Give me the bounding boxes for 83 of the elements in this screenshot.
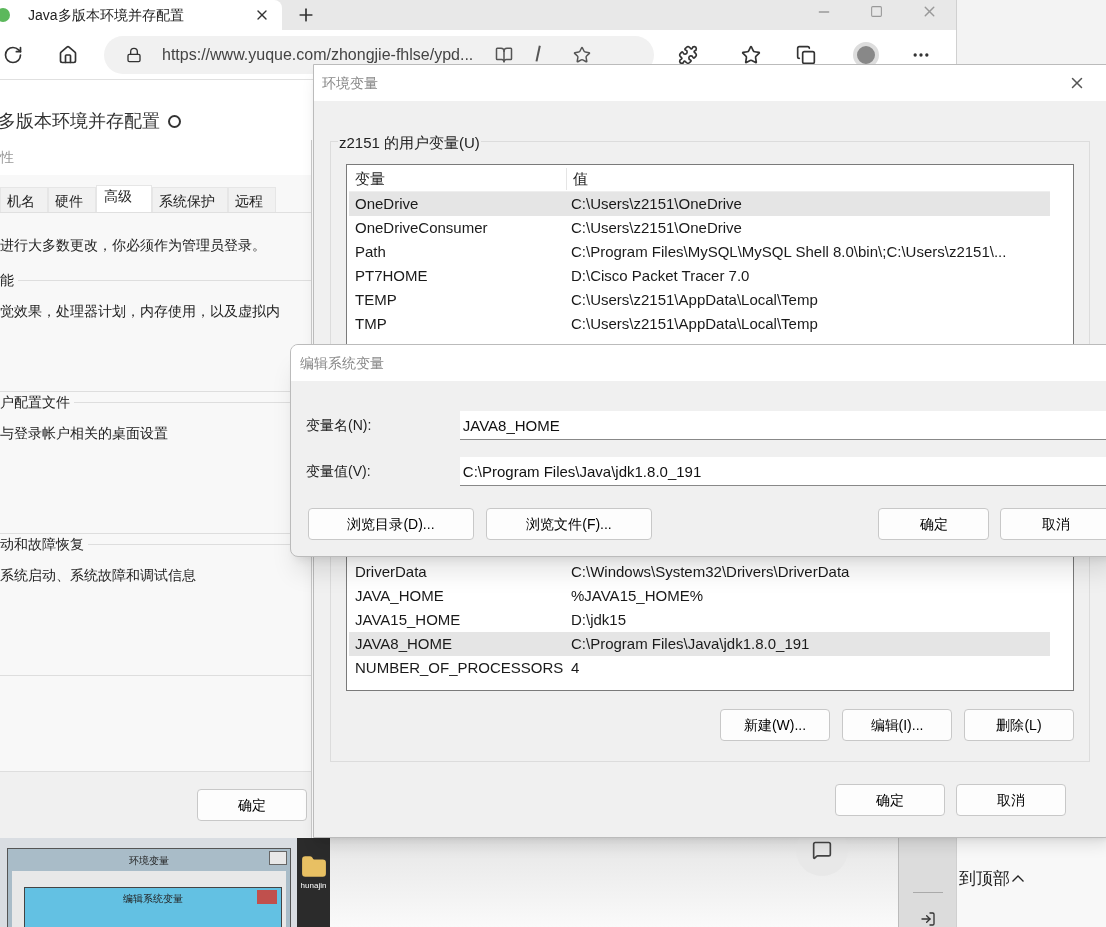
action-button[interactable]: 新建(W)...: [720, 709, 830, 741]
variable-name: Path: [354, 241, 387, 262]
variable-row[interactable]: JAVA_HOME %JAVA15_HOME%: [349, 584, 1050, 608]
dialog-button[interactable]: 确定: [878, 508, 989, 540]
variable-value: C:\Users\z2151\AppData\Local\Temp: [570, 289, 818, 310]
tab[interactable]: 远程: [228, 187, 276, 212]
section-description: 系统启动、系统故障和调试信息: [0, 566, 197, 585]
variable-name: OneDrive: [354, 193, 420, 214]
variable-name: NUMBER_OF_PROCESSORS: [354, 657, 565, 678]
home-icon[interactable]: [58, 44, 78, 65]
text-field[interactable]: JAVA8_HOME: [459, 411, 1106, 440]
favorites-icon[interactable]: [741, 44, 761, 65]
section-description: 觉效果，处理器计划，内存使用，以及虚拟内: [0, 302, 281, 321]
dialog-title: 编辑系统变量: [300, 353, 384, 373]
variable-value: C:\Users\z2151\OneDrive: [570, 193, 742, 214]
section-title: 户配置文件: [0, 393, 71, 412]
section-title: 能: [0, 271, 15, 290]
variable-name: OneDriveConsumer: [354, 217, 489, 238]
variable-row[interactable]: OneDriveConsumer C:\Users\z2151\OneDrive: [349, 216, 1050, 240]
variable-row[interactable]: JAVA8_HOME C:\Program Files\Java\jdk1.8.0_191: [349, 632, 1050, 656]
folder-label: hunajin: [300, 880, 327, 892]
section-description: 与登录帐户相关的桌面设置: [0, 424, 169, 443]
folder-icon[interactable]: [300, 854, 327, 880]
window-title: 性: [0, 148, 14, 167]
window-title: 环境变量: [129, 853, 169, 868]
variable-value: C:\Users\z2151\OneDrive: [570, 217, 742, 238]
puzzle-icon[interactable]: [678, 44, 698, 65]
variable-row[interactable]: NUMBER_OF_PROCESSORS 4: [349, 656, 1050, 680]
column-header[interactable]: 变量: [349, 167, 567, 191]
variable-value: 4: [570, 657, 580, 678]
variable-row[interactable]: TMP C:\Users\z2151\AppData\Local\Temp: [349, 312, 1050, 336]
window-title: 环境变量: [322, 73, 379, 93]
tab[interactable]: 硬件: [48, 187, 96, 212]
column-header[interactable]: 值: [567, 167, 588, 191]
variable-row[interactable]: OneDrive C:\Users\z2151\OneDrive: [349, 192, 1050, 216]
variable-row[interactable]: Path C:\Program Files\MySQL\MySQL Shell 8.0\bin\;C:\Users\z2151\...: [349, 240, 1050, 264]
dialog-button[interactable]: 确定: [835, 784, 945, 816]
variable-value: C:\Program Files\Java\jdk1.8.0_191: [570, 633, 810, 654]
tab[interactable]: 机名: [0, 187, 48, 212]
lock-icon: [126, 46, 142, 63]
action-button[interactable]: 删除(L): [964, 709, 1074, 741]
variable-value: D:\Cisco Packet Tracer 7.0: [570, 265, 750, 286]
variable-value: D:\jdk15: [570, 609, 627, 630]
comment-icon: [812, 840, 832, 860]
variable-value: C:\Program Files\MySQL\MySQL Shell 8.0\bin\;C:\Users\z2151\...: [570, 241, 1007, 262]
variable-row[interactable]: PT7HOME D:\Cisco Packet Tracer 7.0: [349, 264, 1050, 288]
variable-row[interactable]: TEMP C:\Users\z2151\AppData\Local\Temp: [349, 288, 1050, 312]
browse-button[interactable]: 浏览目录(D)...: [308, 508, 474, 540]
text-field[interactable]: C:\Program Files\Java\jdk1.8.0_191: [459, 457, 1106, 486]
admin-notice: 进行大多数更改，你必须作为管理员登录。: [0, 236, 267, 255]
variable-name: PT7HOME: [354, 265, 429, 286]
browser-tab[interactable]: Java多版本环境并存配置: [0, 0, 282, 30]
browse-button[interactable]: 浏览文件(F)...: [486, 508, 652, 540]
sign-in-icon[interactable]: [918, 911, 937, 927]
ok-button[interactable]: 确定: [197, 789, 307, 821]
tab[interactable]: 系统保护: [152, 187, 228, 212]
dialog-title: 编辑系统变量: [123, 891, 183, 906]
variable-name: JAVA_HOME: [354, 585, 445, 606]
book-icon[interactable]: [495, 45, 514, 64]
dialog-button[interactable]: 取消: [956, 784, 1066, 816]
variable-row[interactable]: JAVA15_HOME D:\jdk15: [349, 608, 1050, 632]
variable-name: TMP: [354, 313, 388, 334]
tab[interactable]: 高级: [96, 185, 152, 212]
back-to-top-link[interactable]: 到顶部: [959, 865, 1024, 892]
variable-name: TEMP: [354, 289, 398, 310]
variable-name: JAVA8_HOME: [354, 633, 453, 654]
variable-row[interactable]: DriverData C:\Windows\System32\Drivers\DriverData: [349, 560, 1050, 584]
collections-icon[interactable]: [796, 44, 816, 65]
star-icon[interactable]: [573, 45, 592, 64]
refresh-icon[interactable]: [3, 44, 23, 65]
variable-name: JAVA15_HOME: [354, 609, 462, 630]
variable-name: DriverData: [354, 561, 428, 582]
section-title: 动和故障恢复: [0, 535, 85, 554]
field-label: 变量名(N):: [306, 416, 373, 435]
chevron-up-icon: [1012, 875, 1024, 882]
tab-title: Java多版本环境并存配置: [28, 5, 185, 25]
variable-value: C:\Users\z2151\AppData\Local\Temp: [570, 313, 818, 334]
variable-value: %JAVA15_HOME%: [570, 585, 703, 606]
field-label: 变量值(V):: [306, 462, 372, 481]
address-text: https://www.yuque.com/zhongjie-fhlse/ypd...: [162, 45, 474, 64]
dialog-button[interactable]: 取消: [1000, 508, 1106, 540]
action-button[interactable]: 编辑(I)...: [842, 709, 952, 741]
variable-value: C:\Windows\System32\Drivers\DriverData: [570, 561, 850, 582]
